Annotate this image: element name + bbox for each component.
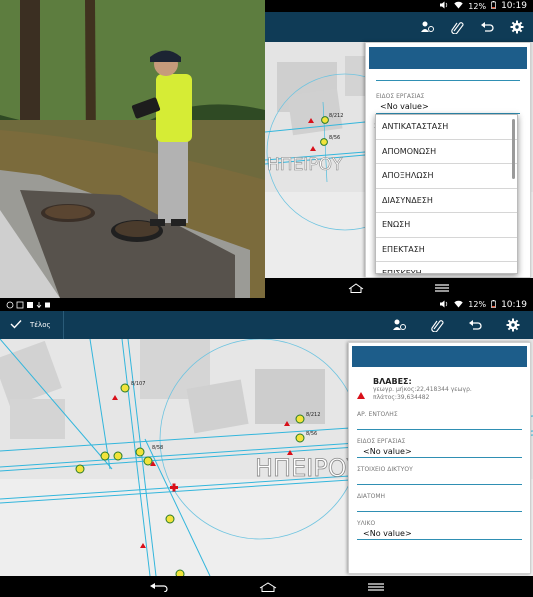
field-worker-photo	[0, 0, 265, 298]
attach-icon[interactable]	[429, 317, 445, 333]
feature-layer-title: ΒΛΑΒΕΣ:	[373, 377, 412, 386]
form-field: ΥΛΙΚΟ <No value>	[357, 520, 522, 540]
notification-glyphs-icon	[6, 301, 50, 308]
done-label: Τέλος	[30, 321, 51, 329]
dropdown-option[interactable]: ΕΝΩΣΗ	[376, 213, 517, 238]
recent-apps-icon[interactable]	[434, 283, 450, 293]
volume-icon	[440, 300, 449, 310]
form-field-label: ΑΡ. ΕΝΤΟΛΗΣ	[357, 411, 398, 418]
notification-icons	[6, 301, 50, 309]
form-field: ΔΙΑΤΟΜΗ	[357, 493, 522, 512]
clock: 10:19	[501, 299, 527, 310]
form-field-label: ΔΙΑΤΟΜΗ	[357, 493, 386, 500]
form-field-label: ΣΤΟΙΧΕΙΟ ΔΙΚΤΥΟΥ	[357, 466, 413, 473]
back-icon[interactable]	[149, 582, 169, 592]
checkmark-icon	[10, 319, 22, 331]
form-field: ΑΡ. ΕΝΤΟΛΗΣ	[357, 411, 522, 430]
battery-icon	[491, 1, 496, 11]
android-nav-bar	[265, 278, 533, 298]
map-node-label: 8/212	[329, 113, 343, 119]
photo-illustration	[0, 0, 265, 298]
map-node-label: 8/56	[306, 431, 317, 437]
form-field-input[interactable]	[357, 500, 522, 512]
undo-icon[interactable]	[467, 317, 483, 333]
battery-icon	[491, 299, 496, 310]
work-type-dropdown-list[interactable]: ΑΝΤΙΚΑΤΑΣΤΑΣΗ ΑΠΟΜΟΝΩΣΗ ΑΠΟΞΗΛΩΣΗ ΔΙΑΣΥΝΔΕΣ…	[375, 114, 518, 274]
dropdown-items: ΑΝΤΙΚΑΤΑΣΤΑΣΗ ΑΠΟΜΟΝΩΣΗ ΑΠΟΞΗΛΩΣΗ ΔΙΑΣΥΝΔΕΣ…	[376, 115, 517, 273]
form-panel-header	[369, 47, 527, 69]
dropdown-scrollbar[interactable]	[512, 119, 515, 179]
dropdown-option[interactable]: ΕΠΙΣΚΕΥΗ	[376, 262, 517, 273]
dropdown-option[interactable]: ΑΠΟΞΗΛΩΣΗ	[376, 164, 517, 189]
form-top-field-line	[376, 75, 520, 81]
android-nav-bar-bottom	[0, 576, 533, 597]
dropdown-option[interactable]: ΔΙΑΣΥΝΔΕΣΗ	[376, 189, 517, 213]
form-field: ΣΤΟΙΧΕΙΟ ΔΙΚΤΥΟΥ	[357, 466, 522, 485]
tablet-screenshot-dropdown: 12% 10:19 ΗΠΕΙΡΟΥ 8/212 8/56 ΕΙΔΟΣ ΕΡΓΑΣ…	[265, 0, 533, 298]
warning-triangle-icon	[357, 377, 365, 403]
form-field: ΕΙΔΟΣ ΕΡΓΑΣΙΑΣ <No value>	[357, 438, 522, 458]
form-field-input[interactable]	[357, 418, 522, 430]
done-button[interactable]: Τέλος	[0, 311, 64, 339]
attach-add-icon[interactable]	[449, 19, 465, 35]
map-node-label: 8/58	[152, 445, 163, 451]
settings-gear-icon[interactable]	[505, 317, 521, 333]
home-icon[interactable]	[348, 283, 364, 293]
work-type-select[interactable]: <No value>	[376, 100, 520, 114]
tablet-screenshot-form: 12% 10:19 Τέλος ΗΠΕΙΡΟΥ 8/107 8/212 8/56…	[0, 298, 533, 597]
status-bar-bottom: 12% 10:19	[0, 298, 533, 311]
map-street-label: ΗΠΕΙΡΟΥ	[267, 155, 343, 175]
battery-percent: 12%	[468, 1, 487, 11]
undo-icon[interactable]	[479, 19, 495, 35]
recent-apps-icon[interactable]	[367, 582, 385, 592]
clock: 10:19	[501, 1, 527, 11]
form-field-input[interactable]	[357, 473, 522, 485]
feature-info: ΒΛΑΒΕΣ: γεωγρ. μήκος:22,418344 γεωγρ. πλ…	[357, 377, 522, 403]
form-field-label: ΥΛΙΚΟ	[357, 520, 376, 527]
work-type-label: ΕΙΔΟΣ ΕΡΓΑΣΙΑΣ	[376, 93, 425, 100]
app-bar-bottom: Τέλος	[0, 311, 533, 339]
map-node-label: 8/56	[329, 135, 340, 141]
app-bar	[265, 12, 533, 42]
settings-gear-icon[interactable]	[509, 19, 525, 35]
survey-user-icon[interactable]	[419, 19, 435, 35]
form-field-input[interactable]: <No value>	[357, 527, 522, 540]
home-icon[interactable]	[259, 581, 277, 592]
volume-icon	[440, 1, 449, 11]
feature-coordinates: γεωγρ. μήκος:22,418344 γεωγρ. πλάτος:39,…	[373, 386, 472, 401]
dropdown-option[interactable]: ΑΠΟΜΟΝΩΣΗ	[376, 140, 517, 164]
map-node-label: 8/212	[306, 412, 320, 418]
status-bar: 12% 10:19	[265, 0, 533, 12]
feature-form-panel-large: ΒΛΑΒΕΣ: γεωγρ. μήκος:22,418344 γεωγρ. πλ…	[348, 342, 531, 574]
form-fields: ΑΡ. ΕΝΤΟΛΗΣ ΕΙΔΟΣ ΕΡΓΑΣΙΑΣ <No value> ΣΤΟΙΧ…	[357, 411, 522, 540]
dropdown-option[interactable]: ΕΠΕΚΤΑΣΗ	[376, 238, 517, 262]
dropdown-option[interactable]: ΑΝΤΙΚΑΤΑΣΤΑΣΗ	[376, 115, 517, 140]
form-panel-header	[352, 346, 527, 367]
battery-percent: 12%	[468, 300, 487, 309]
survey-user-icon[interactable]	[391, 317, 407, 333]
map-node-label: 8/107	[131, 381, 145, 387]
wifi-icon	[454, 1, 463, 11]
wifi-icon	[454, 300, 463, 310]
map-street-label-large: ΗΠΕΙΡΟΥ	[255, 454, 362, 482]
form-field-input[interactable]: <No value>	[357, 445, 522, 458]
form-field-label: ΕΙΔΟΣ ΕΡΓΑΣΙΑΣ	[357, 438, 406, 445]
